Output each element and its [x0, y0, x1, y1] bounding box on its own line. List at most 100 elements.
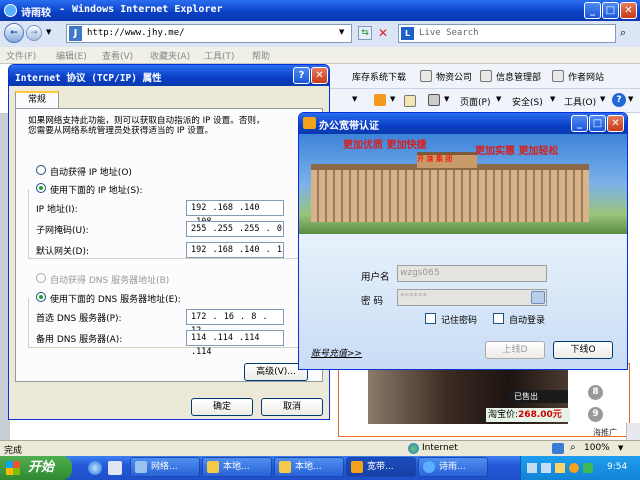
- ok-button[interactable]: 确定: [191, 398, 253, 416]
- favorite-link-materials[interactable]: 物资公司: [436, 70, 472, 83]
- status-text: 完成: [4, 446, 23, 456]
- zoom-dropdown-icon[interactable]: ▼: [618, 444, 623, 452]
- history-dropdown-icon[interactable]: ▼: [46, 28, 51, 36]
- help-icon[interactable]: ?: [612, 93, 626, 107]
- page-icon: [480, 70, 492, 82]
- auto-ip-label[interactable]: 自动获得 IP 地址(O): [50, 165, 132, 178]
- internet-zone-icon: [408, 443, 419, 454]
- tray-shield-icon[interactable]: [583, 463, 593, 473]
- taskbar-local1-button[interactable]: 本地...: [202, 457, 272, 477]
- tab-panel: 如果网络支持此功能，则可以获取自动指派的 IP 设置。否则， 您需要从网络系统管…: [15, 108, 323, 382]
- safety-menu[interactable]: 安全(S): [512, 95, 543, 108]
- ip-address-field[interactable]: 192 .168 .140 .108: [186, 200, 284, 227]
- menu-tools[interactable]: 工具(T): [204, 49, 235, 62]
- tcpip-help-button[interactable]: ?: [293, 67, 310, 84]
- connection-icon: [279, 461, 291, 473]
- tray-butterfly-icon[interactable]: [569, 463, 579, 473]
- favorite-link-info-dept[interactable]: 信息管理部: [496, 70, 541, 83]
- remember-password-checkbox[interactable]: [425, 313, 436, 324]
- safety-menu-dropdown-icon[interactable]: ▼: [550, 95, 555, 103]
- ie-app-icon: [4, 4, 17, 17]
- auth-maximize-button[interactable]: □: [589, 115, 606, 132]
- rss-dropdown-icon[interactable]: ▼: [390, 95, 395, 103]
- menu-edit[interactable]: 编辑(E): [56, 49, 87, 62]
- username-field[interactable]: wzgs065: [397, 265, 547, 282]
- recharge-link[interactable]: 账号充值>>: [311, 346, 362, 359]
- auth-close-button[interactable]: ✕: [607, 115, 624, 132]
- banner-sign: 开 滦 集 团: [417, 155, 453, 163]
- alternate-dns-field[interactable]: 114 .114 .114 .114: [186, 330, 284, 357]
- search-box[interactable]: L Live Search: [398, 24, 616, 43]
- page-menu-dropdown-icon[interactable]: ▼: [496, 95, 501, 103]
- stop-icon[interactable]: ✕: [378, 26, 392, 40]
- print-dropdown-icon[interactable]: ▼: [444, 95, 449, 103]
- cancel-button[interactable]: 取消: [261, 398, 323, 416]
- remember-password-label[interactable]: 记住密码: [441, 313, 477, 326]
- ie-minimize-button[interactable]: _: [584, 2, 601, 19]
- password-field[interactable]: ******: [397, 289, 547, 306]
- taskbar-local2-button[interactable]: 本地...: [274, 457, 344, 477]
- live-search-icon: L: [401, 27, 414, 40]
- taskbar-local2-label: 本地...: [295, 462, 322, 472]
- start-button[interactable]: 开始: [0, 456, 72, 480]
- tools-menu-dropdown-icon[interactable]: ▼: [600, 95, 605, 103]
- auth-banner: 更加优质 更加快捷 更加实惠 更加轻松 开 滦 集 团: [299, 134, 627, 234]
- tools-menu[interactable]: 工具(O): [564, 95, 596, 108]
- menu-file[interactable]: 文件(F): [6, 49, 36, 62]
- ie-quicklaunch-icon[interactable]: [88, 461, 102, 475]
- rss-feed-icon[interactable]: [374, 94, 386, 106]
- tray-network-icon[interactable]: [527, 463, 537, 473]
- compat-icon[interactable]: ⇆: [358, 26, 372, 40]
- username-label: 用户名: [361, 272, 390, 283]
- favorite-link-inventory[interactable]: 库存系统下载: [352, 70, 406, 83]
- auto-ip-radio[interactable]: [36, 165, 46, 175]
- tab-general[interactable]: 常规: [15, 91, 59, 109]
- subnet-mask-label: 子网掩码(U):: [36, 226, 89, 236]
- vertical-scrollbar[interactable]: [626, 423, 640, 440]
- zoom-level[interactable]: 100%: [584, 443, 610, 453]
- print-icon[interactable]: [428, 94, 440, 106]
- taskbar-network-button[interactable]: 网络...: [130, 457, 200, 477]
- help-dropdown-icon[interactable]: ▼: [628, 95, 633, 103]
- auth-minimize-button[interactable]: _: [571, 115, 588, 132]
- forward-button[interactable]: →: [26, 25, 42, 41]
- page-menu[interactable]: 页面(P): [460, 95, 490, 108]
- taskbar-browser-label: 诗雨...: [439, 462, 466, 472]
- search-placeholder[interactable]: Live Search: [419, 28, 479, 38]
- home-dropdown-icon[interactable]: ▼: [352, 95, 357, 103]
- preferred-dns-field[interactable]: 172 . 16 . 8 . 12: [186, 309, 284, 336]
- gateway-field[interactable]: 192 .168 .140 . 1: [186, 242, 284, 258]
- keyboard-icon[interactable]: [531, 291, 545, 304]
- mail-icon[interactable]: [404, 95, 416, 107]
- subnet-mask-field[interactable]: 255 .255 .255 . 0: [186, 221, 284, 237]
- ie-close-button[interactable]: ✕: [620, 2, 637, 19]
- site-favicon: J: [69, 26, 82, 41]
- tcpip-close-button[interactable]: ✕: [311, 67, 328, 84]
- desktop-quicklaunch-icon[interactable]: [108, 461, 122, 475]
- promo-label[interactable]: 海推广: [593, 427, 617, 438]
- ie-status-bar: 完成 Internet ⌕ 100% ▼: [0, 440, 640, 456]
- auto-login-checkbox[interactable]: [493, 313, 504, 324]
- auth-form: 用户名 wzgs065 密 码 ****** 记住密码 自动登录 账号充值>> …: [299, 234, 627, 369]
- protected-mode-icon[interactable]: [552, 443, 564, 454]
- offline-button[interactable]: 下线O: [553, 341, 613, 359]
- tray-volume-icon[interactable]: [555, 463, 565, 473]
- address-dropdown-icon[interactable]: ▼: [339, 28, 344, 36]
- menu-favorites[interactable]: 收藏夹(A): [150, 49, 190, 62]
- favorite-link-author-site[interactable]: 作者网站: [568, 70, 604, 83]
- zoom-icon[interactable]: ⌕: [570, 442, 576, 453]
- auto-login-label[interactable]: 自动登录: [509, 313, 545, 326]
- network-icon: [135, 461, 147, 473]
- ie-maximize-button[interactable]: □: [602, 2, 619, 19]
- address-url[interactable]: http://www.jhy.me/: [87, 28, 185, 38]
- menu-help[interactable]: 帮助: [252, 49, 270, 62]
- back-button[interactable]: ←: [4, 23, 24, 43]
- taskbar-browser-button[interactable]: 诗雨...: [418, 457, 488, 477]
- taskbar-broadband-button[interactable]: 宽带...: [346, 457, 416, 477]
- menu-view[interactable]: 查看(V): [102, 49, 133, 62]
- command-bar: ▼ ▼ ▼ 页面(P) ▼ 安全(S) ▼ 工具(O) ▼ ? ▼: [330, 89, 640, 113]
- search-button-icon[interactable]: ⌕: [620, 26, 626, 40]
- tray-network-icon-2[interactable]: [541, 463, 551, 473]
- address-bar[interactable]: J http://www.jhy.me/ ▼: [66, 24, 352, 43]
- clock: 9:54: [607, 462, 628, 472]
